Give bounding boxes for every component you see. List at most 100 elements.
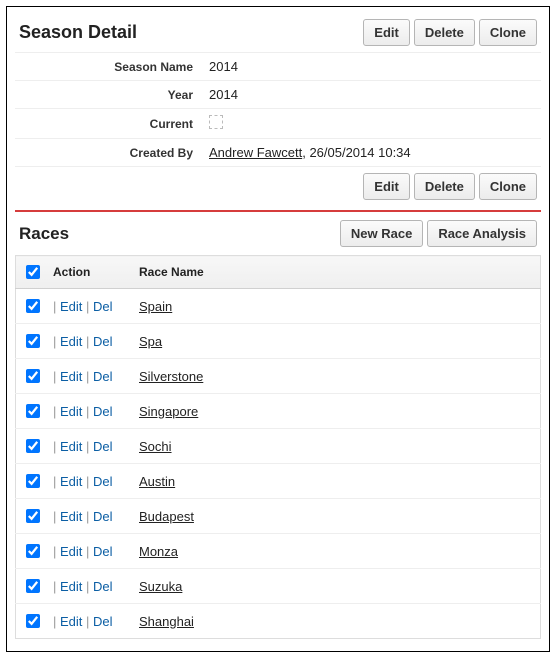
pipe-icon: | <box>53 614 60 629</box>
race-name-link[interactable]: Spa <box>139 334 162 349</box>
edit-link[interactable]: Edit <box>60 614 82 629</box>
row-checkbox[interactable] <box>26 544 40 558</box>
del-link[interactable]: Del <box>93 334 113 349</box>
field-value-season-name: 2014 <box>201 53 541 81</box>
pipe-icon: | <box>82 334 93 349</box>
table-row: | Edit | Del Monza <box>16 534 541 569</box>
table-row: | Edit | DelSochi <box>16 429 541 464</box>
pipe-icon: | <box>53 404 60 419</box>
field-value-created-by: Andrew Fawcett, 26/05/2014 10:34 <box>201 139 541 167</box>
pipe-icon: | <box>82 474 93 489</box>
race-name-link[interactable]: Shanghai <box>139 614 194 629</box>
race-analysis-button[interactable]: Race Analysis <box>427 220 537 247</box>
detail-header: Season Detail Edit Delete Clone <box>15 15 541 52</box>
created-by-datetime: 26/05/2014 10:34 <box>309 145 410 160</box>
row-action-cell: | Edit | Del <box>45 324 131 359</box>
del-link[interactable]: Del <box>93 404 113 419</box>
race-name-cell: Silverstone <box>131 359 541 394</box>
row-action-cell: | Edit | Del <box>45 359 131 394</box>
race-name-link[interactable]: Singapore <box>139 404 198 419</box>
edit-link[interactable]: Edit <box>60 474 82 489</box>
table-row: | Edit | Del Spain <box>16 289 541 324</box>
select-all-checkbox[interactable] <box>26 265 40 279</box>
race-name-link[interactable]: Silverstone <box>139 369 203 384</box>
row-checkbox[interactable] <box>26 439 40 453</box>
detail-fields: Season Name 2014 Year 2014 Current Creat… <box>15 52 541 167</box>
related-list-title: Races <box>19 224 69 244</box>
race-name-link[interactable]: Spain <box>139 299 172 314</box>
del-link[interactable]: Del <box>93 439 113 454</box>
page-container: Season Detail Edit Delete Clone Season N… <box>6 6 550 652</box>
row-checkbox[interactable] <box>26 334 40 348</box>
pipe-icon: | <box>82 369 93 384</box>
section-divider <box>15 210 541 212</box>
pipe-icon: | <box>53 474 60 489</box>
row-action-cell: | Edit | Del <box>45 534 131 569</box>
race-name-cell: Spain <box>131 289 541 324</box>
edit-link[interactable]: Edit <box>60 579 82 594</box>
del-link[interactable]: Del <box>93 299 113 314</box>
row-checkbox[interactable] <box>26 509 40 523</box>
edit-link[interactable]: Edit <box>60 544 82 559</box>
table-row: | Edit | Del Austin <box>16 464 541 499</box>
race-name-cell: Spa <box>131 324 541 359</box>
edit-button-footer[interactable]: Edit <box>363 173 410 200</box>
del-link[interactable]: Del <box>93 544 113 559</box>
pipe-icon: | <box>53 439 60 454</box>
pipe-icon: | <box>53 369 60 384</box>
edit-link[interactable]: Edit <box>60 299 82 314</box>
race-name-cell: Suzuka <box>131 569 541 604</box>
row-checkbox[interactable] <box>26 614 40 628</box>
race-name-column-header: Race Name <box>131 256 541 289</box>
field-label: Year <box>15 81 201 109</box>
field-value-year: 2014 <box>201 81 541 109</box>
row-checkbox[interactable] <box>26 579 40 593</box>
race-name-cell: Shanghai <box>131 604 541 639</box>
race-name-link[interactable]: Sochi <box>139 439 172 454</box>
row-checkbox[interactable] <box>26 369 40 383</box>
pipe-icon: | <box>82 614 93 629</box>
edit-button[interactable]: Edit <box>363 19 410 46</box>
edit-link[interactable]: Edit <box>60 369 82 384</box>
field-row-season-name: Season Name 2014 <box>15 53 541 81</box>
row-checkbox[interactable] <box>26 299 40 313</box>
row-checkbox[interactable] <box>26 404 40 418</box>
pipe-icon: | <box>53 579 60 594</box>
delete-button[interactable]: Delete <box>414 19 475 46</box>
clone-button-footer[interactable]: Clone <box>479 173 537 200</box>
table-row: | Edit | DelBudapest <box>16 499 541 534</box>
table-row: | Edit | Del Singapore <box>16 394 541 429</box>
row-action-cell: | Edit | Del <box>45 394 131 429</box>
edit-link[interactable]: Edit <box>60 509 82 524</box>
delete-button-footer[interactable]: Delete <box>414 173 475 200</box>
race-name-link[interactable]: Monza <box>139 544 178 559</box>
edit-link[interactable]: Edit <box>60 334 82 349</box>
del-link[interactable]: Del <box>93 579 113 594</box>
del-link[interactable]: Del <box>93 474 113 489</box>
field-label: Season Name <box>15 53 201 81</box>
field-label: Created By <box>15 139 201 167</box>
del-link[interactable]: Del <box>93 369 113 384</box>
new-race-button[interactable]: New Race <box>340 220 423 247</box>
pipe-icon: | <box>82 544 93 559</box>
race-name-link[interactable]: Austin <box>139 474 175 489</box>
table-row: | Edit | Del Suzuka <box>16 569 541 604</box>
pipe-icon: | <box>82 299 93 314</box>
page-title: Season Detail <box>19 22 137 43</box>
row-checkbox[interactable] <box>26 474 40 488</box>
edit-link[interactable]: Edit <box>60 404 82 419</box>
races-table: Action Race Name | Edit | DelSpain| Edit… <box>15 255 541 639</box>
created-by-user-link[interactable]: Andrew Fawcett <box>209 145 302 160</box>
edit-link[interactable]: Edit <box>60 439 82 454</box>
row-action-cell: | Edit | Del <box>45 289 131 324</box>
race-name-cell: Monza <box>131 534 541 569</box>
clone-button[interactable]: Clone <box>479 19 537 46</box>
del-link[interactable]: Del <box>93 509 113 524</box>
del-link[interactable]: Del <box>93 614 113 629</box>
field-row-current: Current <box>15 109 541 139</box>
pipe-icon: | <box>82 579 93 594</box>
field-label: Current <box>15 109 201 139</box>
race-name-link[interactable]: Budapest <box>139 509 194 524</box>
race-name-link[interactable]: Suzuka <box>139 579 182 594</box>
pipe-icon: | <box>82 509 93 524</box>
